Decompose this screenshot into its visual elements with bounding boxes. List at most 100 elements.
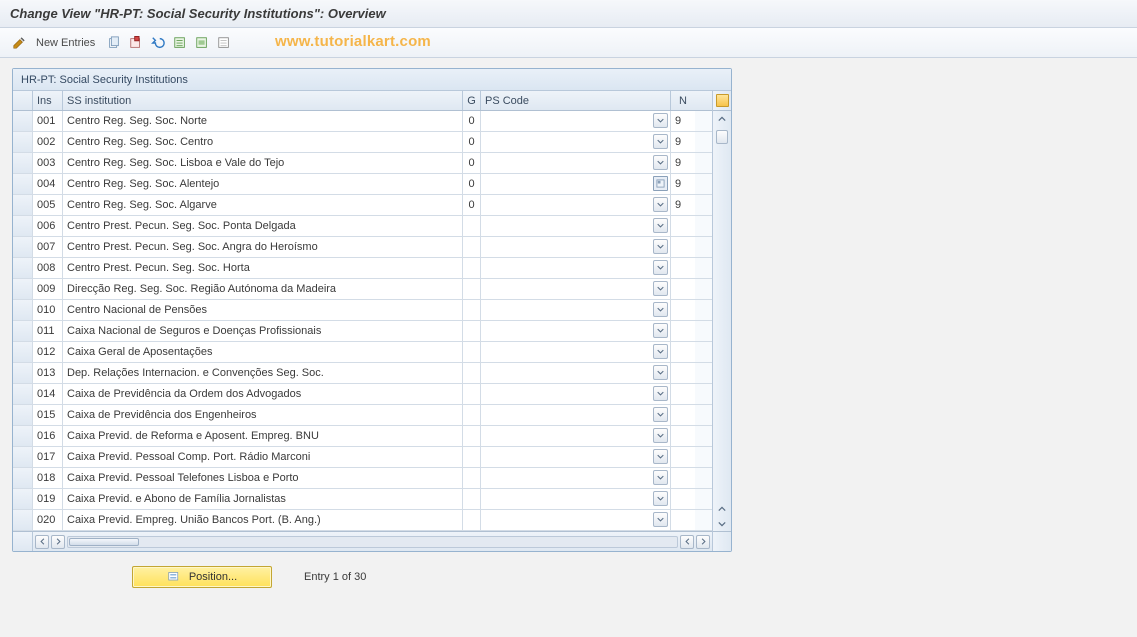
cell-n[interactable] — [671, 300, 695, 320]
dropdown-button[interactable] — [653, 512, 668, 527]
cell-ins[interactable]: 019 — [33, 489, 63, 509]
cell-ps-code[interactable] — [481, 258, 671, 278]
cell-ss-institution[interactable]: Centro Reg. Seg. Soc. Centro — [63, 132, 463, 152]
row-selector[interactable] — [13, 111, 33, 131]
cell-g[interactable] — [463, 489, 481, 509]
cell-ss-institution[interactable]: Centro Prest. Pecun. Seg. Soc. Ponta Del… — [63, 216, 463, 236]
dropdown-button[interactable] — [653, 470, 668, 485]
cell-n[interactable] — [671, 405, 695, 425]
cell-ins[interactable]: 003 — [33, 153, 63, 173]
row-selector[interactable] — [13, 426, 33, 446]
dropdown-button[interactable] — [653, 323, 668, 338]
cell-ins[interactable]: 010 — [33, 300, 63, 320]
cell-ss-institution[interactable]: Direcção Reg. Seg. Soc. Região Autónoma … — [63, 279, 463, 299]
cell-ps-code[interactable] — [481, 510, 671, 530]
cell-n[interactable] — [671, 489, 695, 509]
dropdown-button[interactable] — [653, 449, 668, 464]
cell-n[interactable] — [671, 279, 695, 299]
cell-n[interactable] — [671, 342, 695, 362]
delete-button[interactable] — [127, 34, 145, 52]
cell-g[interactable] — [463, 405, 481, 425]
cell-g[interactable]: 0 — [463, 132, 481, 152]
cell-ins[interactable]: 004 — [33, 174, 63, 194]
vscroll-down-button[interactable] — [713, 516, 731, 531]
cell-ss-institution[interactable]: Caixa Previd. Pessoal Comp. Port. Rádio … — [63, 447, 463, 467]
copy-as-button[interactable] — [105, 34, 123, 52]
cell-ss-institution[interactable]: Centro Reg. Seg. Soc. Norte — [63, 111, 463, 131]
cell-g[interactable]: 0 — [463, 153, 481, 173]
row-selector[interactable] — [13, 447, 33, 467]
cell-ps-code[interactable] — [481, 342, 671, 362]
undo-button[interactable] — [149, 34, 167, 52]
row-selector[interactable] — [13, 321, 33, 341]
cell-g[interactable] — [463, 216, 481, 236]
row-selector[interactable] — [13, 216, 33, 236]
dropdown-button[interactable] — [653, 239, 668, 254]
cell-ps-code[interactable] — [481, 279, 671, 299]
cell-ins[interactable]: 018 — [33, 468, 63, 488]
row-selector[interactable] — [13, 363, 33, 383]
cell-ps-code[interactable] — [481, 153, 671, 173]
col-g[interactable]: G — [463, 91, 481, 110]
col-ps-code[interactable]: PS Code — [481, 91, 671, 110]
dropdown-button[interactable] — [653, 281, 668, 296]
cell-ps-code[interactable] — [481, 405, 671, 425]
vscroll-thumb[interactable] — [716, 130, 728, 144]
row-selector[interactable] — [13, 132, 33, 152]
cell-g[interactable]: 0 — [463, 111, 481, 131]
dropdown-button[interactable] — [653, 365, 668, 380]
cell-ins[interactable]: 014 — [33, 384, 63, 404]
cell-ss-institution[interactable]: Centro Prest. Pecun. Seg. Soc. Angra do … — [63, 237, 463, 257]
col-selector[interactable] — [13, 91, 33, 110]
cell-ins[interactable]: 005 — [33, 195, 63, 215]
vscroll-up2-button[interactable] — [713, 501, 731, 516]
cell-n[interactable] — [671, 426, 695, 446]
cell-ss-institution[interactable]: Centro Prest. Pecun. Seg. Soc. Horta — [63, 258, 463, 278]
cell-ps-code[interactable] — [481, 174, 671, 194]
position-button[interactable]: Position... — [132, 566, 272, 588]
cell-ps-code[interactable] — [481, 195, 671, 215]
cell-n[interactable]: 9 — [671, 111, 695, 131]
cell-g[interactable] — [463, 384, 481, 404]
cell-n[interactable] — [671, 363, 695, 383]
row-selector[interactable] — [13, 195, 33, 215]
dropdown-button[interactable] — [653, 407, 668, 422]
cell-ps-code[interactable] — [481, 489, 671, 509]
cell-ins[interactable]: 007 — [33, 237, 63, 257]
dropdown-button[interactable] — [653, 113, 668, 128]
cell-n[interactable] — [671, 321, 695, 341]
cell-ss-institution[interactable]: Caixa Nacional de Seguros e Doenças Prof… — [63, 321, 463, 341]
cell-ss-institution[interactable]: Caixa Geral de Aposentações — [63, 342, 463, 362]
cell-n[interactable] — [671, 237, 695, 257]
row-selector[interactable] — [13, 153, 33, 173]
cell-n[interactable]: 9 — [671, 153, 695, 173]
cell-ins[interactable]: 015 — [33, 405, 63, 425]
cell-ins[interactable]: 006 — [33, 216, 63, 236]
cell-g[interactable] — [463, 468, 481, 488]
cell-ss-institution[interactable]: Caixa Previd. de Reforma e Aposent. Empr… — [63, 426, 463, 446]
cell-g[interactable] — [463, 426, 481, 446]
cell-g[interactable] — [463, 321, 481, 341]
cell-ps-code[interactable] — [481, 363, 671, 383]
dropdown-button[interactable] — [653, 260, 668, 275]
row-selector[interactable] — [13, 489, 33, 509]
cell-g[interactable]: 0 — [463, 174, 481, 194]
hscroll-left-button[interactable] — [35, 535, 49, 549]
cell-ins[interactable]: 009 — [33, 279, 63, 299]
cell-n[interactable] — [671, 468, 695, 488]
cell-ps-code[interactable] — [481, 237, 671, 257]
cell-n[interactable] — [671, 216, 695, 236]
row-selector[interactable] — [13, 468, 33, 488]
row-selector[interactable] — [13, 510, 33, 530]
deselect-all-button[interactable] — [215, 34, 233, 52]
cell-ps-code[interactable] — [481, 468, 671, 488]
vscroll-up-button[interactable] — [713, 111, 731, 126]
row-selector[interactable] — [13, 279, 33, 299]
dropdown-button[interactable] — [653, 155, 668, 170]
cell-g[interactable] — [463, 447, 481, 467]
cell-ps-code[interactable] — [481, 300, 671, 320]
grid-settings-button[interactable] — [713, 91, 731, 111]
row-selector[interactable] — [13, 237, 33, 257]
row-selector[interactable] — [13, 405, 33, 425]
cell-n[interactable]: 9 — [671, 174, 695, 194]
